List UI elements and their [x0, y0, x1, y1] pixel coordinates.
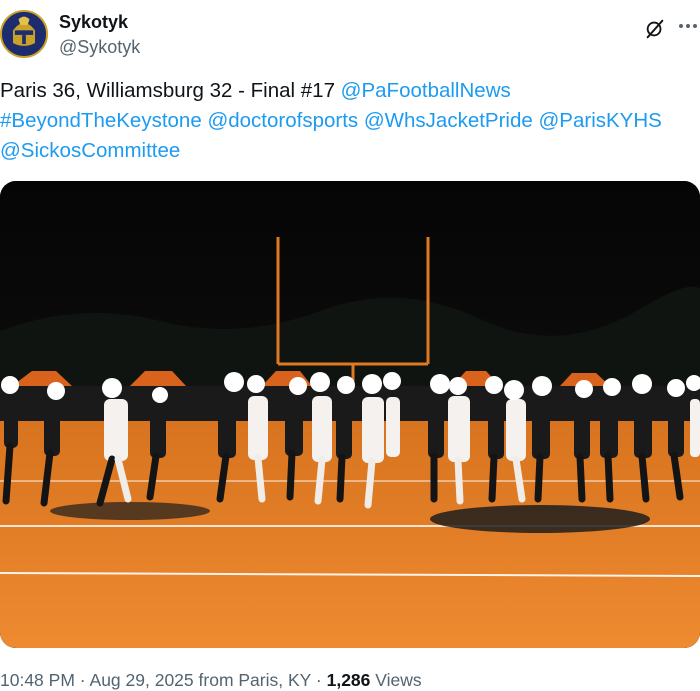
grok-icon[interactable] [644, 18, 666, 40]
tweet-header: Sykotyk @Sykotyk [0, 8, 700, 64]
author-handle[interactable]: @Sykotyk [59, 37, 140, 58]
meta-separator: · [79, 670, 86, 690]
tweet-body-text: Paris 36, Williamsburg 32 - Final #17 [0, 79, 341, 102]
author-name[interactable]: Sykotyk [59, 12, 128, 33]
meta-separator: · [315, 670, 322, 690]
mention-whsjacketpride[interactable]: @WhsJacketPride [364, 109, 533, 132]
mention-pariskyhs[interactable]: @ParisKYHS [538, 109, 661, 132]
trojan-helmet-logo-icon [2, 12, 46, 56]
tweet-photo[interactable] [0, 181, 700, 648]
mention-pafootballnews[interactable]: @PaFootballNews [341, 79, 511, 102]
views-label: Views [375, 670, 422, 690]
tweet: Sykotyk @Sykotyk Paris 36, Williamsburg … [0, 0, 700, 691]
tweet-meta: 10:48 PM · Aug 29, 2025 from Paris, KY ·… [0, 670, 422, 691]
mention-sickoscommittee[interactable]: @SickosCommittee [0, 139, 180, 162]
hashtag-beyondthekeystone[interactable]: #BeyondTheKeystone [0, 109, 202, 132]
views-count: 1,286 [326, 670, 371, 690]
mention-doctorofsports[interactable]: @doctorofsports [207, 109, 358, 132]
tweet-location: from Paris, KY [198, 670, 312, 690]
football-handshake-photo [0, 181, 700, 648]
avatar[interactable] [0, 10, 48, 58]
tweet-line-2: #BeyondTheKeystone @doctorofsports @WhsJ… [0, 106, 700, 136]
tweet-time[interactable]: 10:48 PM [0, 670, 75, 690]
tweet-line-3: @SickosCommittee [0, 136, 700, 166]
more-icon[interactable] [676, 14, 700, 38]
tweet-line-1: Paris 36, Williamsburg 32 - Final #17 @P… [0, 76, 700, 106]
tweet-text: Paris 36, Williamsburg 32 - Final #17 @P… [0, 76, 700, 166]
tweet-date[interactable]: Aug 29, 2025 [90, 670, 194, 690]
